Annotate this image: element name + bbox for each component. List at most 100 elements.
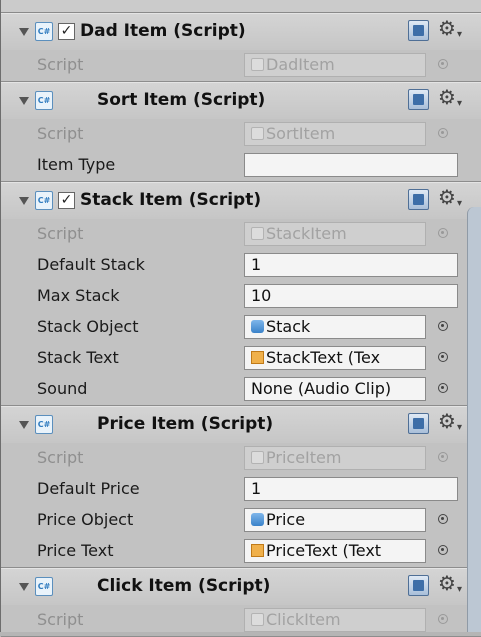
script-file-icon (251, 127, 264, 140)
field-value: DadItem (266, 55, 335, 74)
field-value: StackItem (266, 224, 347, 243)
inspector-top-edge (1, 0, 481, 13)
foldout-arrow-icon[interactable] (19, 421, 29, 429)
gear-dropdown-caret-icon[interactable]: ▾ (457, 422, 462, 433)
object-field[interactable]: Price (244, 508, 426, 532)
property-row: Default Price 1 (1, 474, 481, 505)
property-row: Script SortItem (1, 119, 481, 150)
gear-icon[interactable]: ⚙ (438, 409, 456, 433)
component-list: C# ✓ Dad Item (Script) ⚙ ▾ Script DadItem C# Sor… (1, 13, 481, 637)
enabled-checkbox[interactable]: ✓ (58, 23, 75, 40)
property-label: Script (37, 55, 84, 74)
component-header[interactable]: C# Price Item (Script) ⚙ ▾ (1, 406, 481, 443)
foldout-arrow-icon[interactable] (19, 28, 29, 36)
property-label: Default Stack (37, 255, 145, 274)
enabled-checkbox[interactable]: ✓ (58, 192, 75, 209)
help-book-icon[interactable] (408, 89, 429, 110)
foldout-arrow-icon[interactable] (19, 97, 29, 105)
object-picker-icon[interactable] (438, 383, 448, 393)
property-row: Sound None (Audio Clip) (1, 374, 481, 405)
value-field[interactable]: 10 (244, 284, 458, 308)
component-title: Dad Item (Script) (80, 21, 246, 41)
property-row: Stack Object Stack (1, 312, 481, 343)
prefab-icon (251, 320, 264, 333)
object-field: StackItem (244, 222, 426, 246)
object-picker-icon[interactable] (438, 321, 448, 331)
property-row: Price Object Price (1, 505, 481, 536)
value-field[interactable] (244, 153, 458, 177)
component-title: Price Item (Script) (97, 414, 274, 434)
component-title: Stack Item (Script) (80, 190, 262, 210)
property-row: Default Stack 1 (1, 250, 481, 281)
foldout-arrow-icon[interactable] (19, 197, 29, 205)
property-label: Default Price (37, 479, 140, 498)
csharp-script-icon: C# (35, 22, 53, 41)
object-picker-icon (438, 452, 448, 462)
property-label: Sound (37, 379, 88, 398)
object-picker-icon[interactable] (438, 514, 448, 524)
object-picker-icon (438, 614, 448, 624)
field-value: StackText (Tex (266, 348, 381, 367)
gear-dropdown-caret-icon[interactable]: ▾ (457, 584, 462, 595)
component-title: Click Item (Script) (97, 576, 271, 596)
vertical-scrollbar[interactable] (467, 207, 481, 632)
component-header[interactable]: C# Click Item (Script) ⚙ ▾ (1, 568, 481, 605)
text-component-icon (251, 351, 264, 364)
object-picker-icon[interactable] (438, 545, 448, 555)
help-book-icon[interactable] (408, 189, 429, 210)
gear-icon[interactable]: ⚙ (438, 571, 456, 595)
property-label: Price Object (37, 510, 134, 529)
value-field[interactable]: 1 (244, 477, 458, 501)
property-label: Stack Object (37, 317, 139, 336)
component-header[interactable]: C# ✓ Stack Item (Script) ⚙ ▾ (1, 182, 481, 219)
object-field[interactable]: PriceText (Text (244, 539, 426, 563)
component-title: Sort Item (Script) (97, 90, 266, 110)
help-book-icon[interactable] (408, 575, 429, 596)
object-field[interactable]: None (Audio Clip) (244, 377, 426, 401)
object-picker-icon[interactable] (438, 352, 448, 362)
field-value: Price (266, 510, 306, 529)
csharp-script-icon: C# (35, 415, 53, 434)
help-book-icon[interactable] (408, 20, 429, 41)
field-value: 1 (251, 255, 262, 274)
component-stack-item: C# ✓ Stack Item (Script) ⚙ ▾ Script StackItem D… (1, 182, 481, 406)
object-field[interactable]: Stack (244, 315, 426, 339)
value-field[interactable]: 1 (244, 253, 458, 277)
component-header[interactable]: C# Sort Item (Script) ⚙ ▾ (1, 82, 481, 119)
script-file-icon (251, 227, 264, 240)
object-picker-icon (438, 59, 448, 69)
prefab-icon (251, 513, 264, 526)
property-row: Price Text PriceText (Text (1, 536, 481, 567)
gear-icon[interactable]: ⚙ (438, 16, 456, 40)
gear-dropdown-caret-icon[interactable]: ▾ (457, 198, 462, 209)
help-book-icon[interactable] (408, 413, 429, 434)
object-field: ClickItem (244, 608, 426, 632)
object-picker-icon (438, 128, 448, 138)
object-field: DadItem (244, 53, 426, 77)
property-row: Script PriceItem (1, 443, 481, 474)
field-value: SortItem (266, 124, 336, 143)
text-component-icon (251, 544, 264, 557)
csharp-script-icon: C# (35, 91, 53, 110)
script-file-icon (251, 58, 264, 71)
object-field: PriceItem (244, 446, 426, 470)
gear-dropdown-caret-icon[interactable]: ▾ (457, 98, 462, 109)
property-label: Max Stack (37, 286, 120, 305)
gear-icon[interactable]: ⚙ (438, 85, 456, 109)
csharp-script-icon: C# (35, 577, 53, 596)
component-sort-item: C# Sort Item (Script) ⚙ ▾ Script SortItem Item… (1, 82, 481, 182)
gear-icon[interactable]: ⚙ (438, 185, 456, 209)
field-value: Stack (266, 317, 311, 336)
object-field[interactable]: StackText (Tex (244, 346, 426, 370)
field-value: 1 (251, 479, 262, 498)
property-label: Script (37, 124, 84, 143)
component-header[interactable]: C# ✓ Dad Item (Script) ⚙ ▾ (1, 13, 481, 50)
gear-dropdown-caret-icon[interactable]: ▾ (457, 29, 462, 40)
foldout-arrow-icon[interactable] (19, 583, 29, 591)
component-dad-item: C# ✓ Dad Item (Script) ⚙ ▾ Script DadItem (1, 13, 481, 82)
property-row: Max Stack 10 (1, 281, 481, 312)
property-row: Stack Text StackText (Tex (1, 343, 481, 374)
component-price-item: C# Price Item (Script) ⚙ ▾ Script PriceItem De… (1, 406, 481, 568)
script-file-icon (251, 451, 264, 464)
property-label: Script (37, 610, 84, 629)
